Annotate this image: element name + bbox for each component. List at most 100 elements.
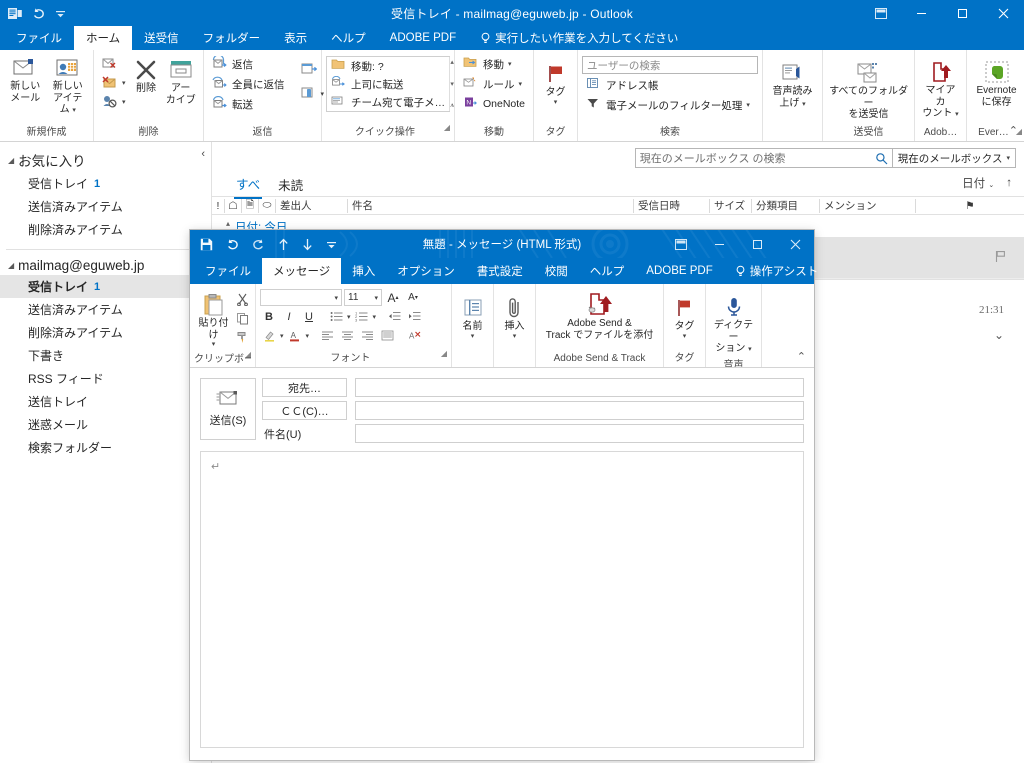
compose-tags-caret[interactable]: ▾ [683, 333, 687, 341]
grow-font-button[interactable]: A▴ [384, 289, 402, 306]
paste-button[interactable]: 貼り付け ▾ [194, 289, 233, 349]
format-painter-button[interactable] [233, 329, 251, 346]
favorite-item-sent[interactable]: 送信済みアイテム [0, 195, 211, 218]
onenote-button[interactable]: N OneNote [459, 95, 529, 113]
quick-steps-more-icon[interactable]: ⩚ [450, 102, 454, 110]
font-color-caret[interactable]: ▾ [306, 332, 310, 340]
quick-step-move[interactable]: 移動: ? [327, 57, 449, 75]
col-reminder[interactable]: ☖ [225, 199, 242, 213]
reply-button[interactable]: 返信 [208, 55, 289, 73]
align-left-button[interactable] [318, 327, 336, 344]
forward-button[interactable]: 転送 [208, 95, 289, 113]
favorites-header[interactable]: ◢ お気に入り [0, 148, 211, 172]
delete-button[interactable]: 削除 [130, 54, 163, 95]
col-icon[interactable]: 🗎 [242, 199, 259, 213]
ribbon-display-options-button[interactable] [860, 0, 901, 26]
underline-button[interactable]: U [300, 308, 318, 325]
sidebar-item-sent[interactable]: 送信済みアイテム [0, 298, 211, 321]
tags-caret[interactable]: ▾ [554, 99, 558, 107]
text-highlight-caret[interactable]: ▾ [280, 332, 284, 340]
col-from[interactable]: 差出人 [276, 199, 348, 213]
increase-indent-button[interactable] [405, 308, 423, 325]
tab-folder[interactable]: フォルダー [191, 26, 273, 50]
tab-view[interactable]: 表示 [272, 26, 319, 50]
sort-direction-button[interactable]: ↑ [1006, 177, 1012, 189]
compose-tab-help[interactable]: ヘルプ [579, 258, 636, 284]
scroll-down-icon[interactable]: ▾ [450, 80, 454, 88]
save-icon[interactable] [200, 238, 213, 251]
tab-file[interactable]: ファイル [4, 26, 74, 50]
junk-button[interactable]: ▾ [98, 74, 130, 92]
address-book-button[interactable]: アドレス帳 [582, 76, 663, 94]
read-aloud-button[interactable]: 音声読み 上げ ▾ [767, 57, 818, 109]
tab-home[interactable]: ホーム [74, 26, 132, 50]
junk-dropdown-caret[interactable]: ▾ [122, 79, 126, 87]
ribbon-display-options-button[interactable] [662, 230, 700, 258]
paste-caret[interactable]: ▾ [212, 341, 216, 349]
compose-body-editor[interactable]: ↵ [200, 451, 804, 748]
sidebar-item-junk[interactable]: 迷惑メール [0, 413, 211, 436]
quick-steps-scroll[interactable]: ▴ ▾ ⩚ [449, 57, 454, 111]
tab-send-receive[interactable]: 送受信 [132, 26, 191, 50]
compose-tab-message[interactable]: メッセージ [262, 258, 341, 284]
quick-step-team-email[interactable]: チーム宛て電子メ… [327, 93, 449, 111]
adobe-send-track-button[interactable]: Adobe Send & Track でファイルを添付 [540, 289, 659, 341]
sidebar-item-inbox[interactable]: 受信トレイ 1 [0, 275, 211, 298]
clear-formatting-button[interactable]: A [405, 327, 423, 344]
block-sender-dropdown-caret[interactable]: ▾ [122, 98, 126, 106]
attach-file-button[interactable]: 挿入 ▾ [498, 292, 531, 341]
rules-button[interactable]: ルール ▾ [459, 75, 529, 93]
sidebar-item-search-folders[interactable]: 検索フォルダー [0, 436, 211, 459]
sidebar-item-drafts[interactable]: 下書き [0, 344, 211, 367]
compose-tab-file[interactable]: ファイル [194, 258, 262, 284]
align-center-button[interactable] [338, 327, 356, 344]
redo-icon[interactable] [252, 238, 265, 250]
cc-button[interactable]: ＣＣ(C)… [262, 401, 347, 420]
compose-tab-adobe-pdf[interactable]: ADOBE PDF [635, 258, 723, 284]
rules-caret[interactable]: ▾ [519, 80, 523, 88]
tags-button[interactable]: タグ ▾ [538, 58, 573, 107]
next-item-icon[interactable] [302, 238, 313, 251]
collapse-ribbon-button[interactable]: ⌃ [1009, 124, 1018, 137]
search-icon[interactable] [875, 152, 888, 165]
cut-button[interactable] [233, 291, 251, 308]
align-right-button[interactable] [358, 327, 376, 344]
font-name-input[interactable]: ▾ [260, 289, 342, 306]
outlook-icon[interactable] [8, 7, 22, 20]
new-items-button[interactable]: 新しい アイテム ▾ [47, 52, 90, 116]
compose-tell-me-box[interactable]: 操作アシスト [724, 258, 830, 284]
compose-tab-format-text[interactable]: 書式設定 [466, 258, 534, 284]
search-scope-dropdown[interactable]: 現在のメールボックス ▾ [893, 148, 1016, 168]
text-highlight-button[interactable] [260, 327, 278, 344]
people-search-input[interactable]: ユーザーの検索 [582, 56, 758, 74]
tell-me-box[interactable]: 実行したい作業を入力してください [468, 26, 690, 50]
col-mention[interactable]: メンション [820, 199, 916, 213]
reply-all-button[interactable]: 全員に返信 [208, 75, 289, 93]
sidebar-item-outbox[interactable]: 送信トレイ [0, 390, 211, 413]
close-button[interactable] [983, 0, 1024, 26]
sidebar-item-deleted[interactable]: 削除済みアイテム [0, 321, 211, 344]
col-importance[interactable]: ! [212, 199, 225, 213]
block-sender-button[interactable]: ▾ [98, 93, 130, 111]
subject-input[interactable] [355, 424, 804, 443]
ignore-button[interactable] [98, 55, 130, 73]
filter-unread[interactable]: 未読 [276, 173, 305, 198]
font-color-button[interactable]: A [286, 327, 304, 344]
bullets-caret[interactable]: ▾ [347, 313, 351, 321]
filter-email-button[interactable]: 電子メールのフィルター処理 ▾ [582, 96, 754, 114]
justify-button[interactable] [378, 327, 396, 344]
tab-help[interactable]: ヘルプ [319, 26, 378, 50]
archive-button[interactable]: アー カイブ [162, 54, 199, 106]
dictate-button[interactable]: ディクテー ション ▾ [710, 291, 757, 355]
font-dialog-launcher[interactable]: ◢ [441, 349, 447, 358]
col-flag[interactable]: ⚑ [916, 199, 1024, 213]
font-size-input[interactable]: 11 ▾ [344, 289, 382, 306]
customize-qat-icon[interactable] [55, 8, 66, 19]
compose-tab-insert[interactable]: 挿入 [341, 258, 386, 284]
minimize-button[interactable] [901, 0, 942, 26]
collapse-folder-pane-button[interactable]: ‹ [201, 148, 205, 160]
account-header[interactable]: ◢ mailmag@eguweb.jp [0, 256, 211, 275]
compose-tab-review[interactable]: 校閲 [534, 258, 579, 284]
favorite-item-deleted[interactable]: 削除済みアイテム [0, 218, 211, 241]
quick-steps-gallery[interactable]: 移動: ? 上司に転送 チーム宛て電子メ… [326, 56, 450, 112]
